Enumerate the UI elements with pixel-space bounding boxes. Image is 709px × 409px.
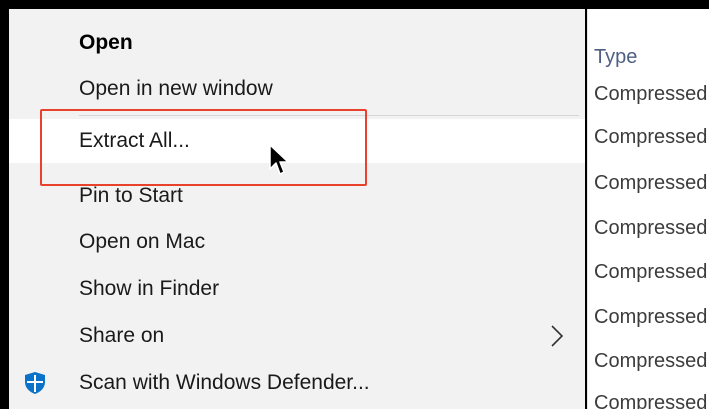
column-divider[interactable] [587, 9, 588, 409]
mouse-cursor-icon [269, 144, 289, 175]
type-cell: Compressed [594, 83, 708, 105]
menu-item-open[interactable]: Open [9, 21, 585, 65]
file-list-pane: Type Compressed Compressed Compressed Co… [587, 9, 709, 409]
chevron-right-icon [551, 325, 564, 347]
type-cell: Compressed [594, 217, 708, 239]
menu-item-label: Scan with Windows Defender... [79, 371, 370, 394]
menu-item-label: Open on Mac [79, 230, 206, 253]
menu-item-scan-with-windows-defender[interactable]: Scan with Windows Defender... [9, 361, 585, 405]
menu-item-label: Open in new window [79, 77, 273, 100]
menu-item-label: Open [79, 31, 133, 54]
type-cell: Compressed [594, 126, 708, 148]
windows-defender-shield-icon [25, 372, 45, 394]
menu-item-open-in-new-window[interactable]: Open in new window [9, 67, 585, 111]
menu-item-share-on[interactable]: Share on [9, 314, 585, 358]
type-cell: Compressed [594, 261, 708, 283]
annotation-highlight-box [40, 109, 367, 186]
context-menu: Open Open in new window Extract All... P… [9, 9, 585, 409]
type-cell: Compressed [594, 392, 708, 409]
menu-item-label: Share on [79, 324, 165, 347]
type-cell: Compressed [594, 350, 708, 372]
type-cell: Compressed [594, 172, 708, 194]
type-cell: Compressed [594, 306, 708, 328]
menu-item-show-in-finder[interactable]: Show in Finder [9, 267, 585, 311]
column-header-type[interactable]: Type [594, 46, 637, 69]
menu-item-open-on-mac[interactable]: Open on Mac [9, 220, 585, 264]
menu-item-label: Show in Finder [79, 277, 220, 300]
menu-item-label: Pin to Start [79, 184, 183, 207]
